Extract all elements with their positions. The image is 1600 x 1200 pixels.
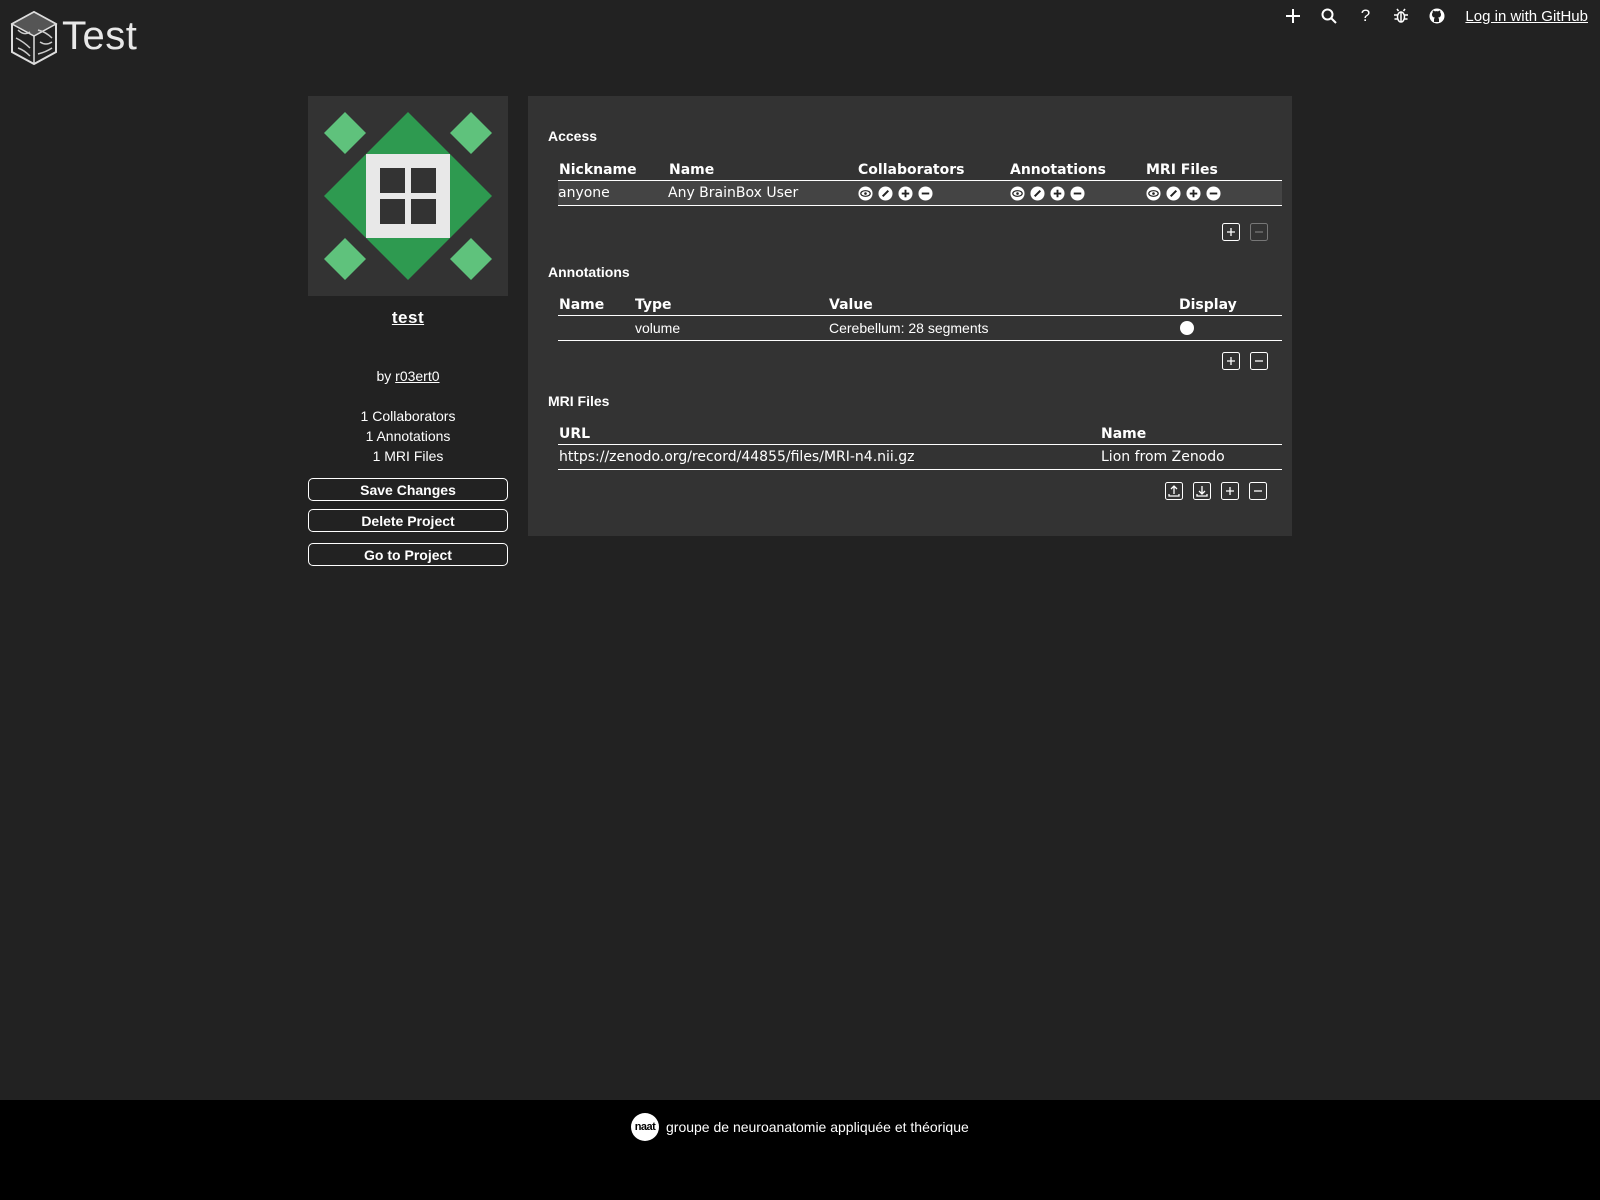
- remove-row-button[interactable]: [1249, 482, 1267, 500]
- collaborators-permissions: [858, 186, 933, 201]
- brainbox-logo[interactable]: [10, 10, 58, 66]
- name-cell: Any BrainBox User: [668, 185, 799, 201]
- search-icon[interactable]: [1311, 4, 1347, 28]
- settings-panel: Access Nickname Name Collaborators Annot…: [528, 96, 1292, 536]
- annotations-header: Name Type Value Display: [558, 293, 1282, 316]
- col-collaborators: Collaborators: [858, 162, 965, 178]
- plus-icon[interactable]: [1275, 4, 1311, 28]
- project-name[interactable]: test: [308, 308, 508, 328]
- login-link[interactable]: Log in with GitHub: [1465, 8, 1588, 25]
- owner-prefix: by: [376, 368, 392, 384]
- remove-row-button[interactable]: [1250, 352, 1268, 370]
- nickname-cell: anyone: [558, 185, 610, 201]
- col-url: URL: [559, 426, 591, 442]
- top-nav: ? Log in with GitHub: [1275, 4, 1588, 28]
- github-icon[interactable]: [1419, 4, 1455, 28]
- footer: naat groupe de neuroanatomie appliquée e…: [0, 1100, 1600, 1200]
- annotations-count: 1 Annotations: [365, 428, 451, 444]
- project-sidebar: test by r03ert0 1 Collaborators 1 Annota…: [308, 96, 508, 566]
- col-nickname: Nickname: [559, 162, 637, 178]
- bug-icon[interactable]: [1383, 4, 1419, 28]
- annotations-permissions: [1010, 186, 1085, 201]
- view-icon[interactable]: [1146, 186, 1161, 201]
- add-icon[interactable]: [898, 186, 913, 201]
- edit-icon[interactable]: [1030, 186, 1045, 201]
- mri-files-permissions: [1146, 186, 1221, 201]
- view-icon[interactable]: [1010, 186, 1025, 201]
- mri-name-cell[interactable]: Lion from Zenodo: [1101, 449, 1225, 465]
- app-title: Test: [62, 14, 138, 58]
- mri-files-header: URL Name: [558, 422, 1282, 445]
- add-row-button[interactable]: [1221, 482, 1239, 500]
- remove-icon[interactable]: [1070, 186, 1085, 201]
- col-mri-files: MRI Files: [1146, 162, 1218, 178]
- project-identicon: [308, 96, 508, 296]
- display-toggle[interactable]: [1180, 321, 1194, 335]
- download-icon[interactable]: [1193, 482, 1211, 500]
- col-name: Name: [559, 297, 605, 313]
- remove-icon[interactable]: [918, 186, 933, 201]
- view-icon[interactable]: [858, 186, 873, 201]
- mri-url-cell[interactable]: https://zenodo.org/record/44855/files/MR…: [559, 449, 915, 465]
- footer-label: groupe de neuroanatomie appliquée et thé…: [666, 1119, 969, 1135]
- help-glyph: ?: [1360, 6, 1371, 25]
- col-annotations: Annotations: [1010, 162, 1106, 178]
- annotations-table: Name Type Value Display volume Cerebellu…: [558, 293, 1282, 341]
- add-icon[interactable]: [1050, 186, 1065, 201]
- mri-files-table: URL Name https://zenodo.org/record/44855…: [558, 422, 1282, 470]
- naat-logo: naat: [631, 1113, 659, 1141]
- remove-icon[interactable]: [1206, 186, 1221, 201]
- table-row[interactable]: volume Cerebellum: 28 segments: [558, 316, 1282, 341]
- access-controls: [1222, 223, 1268, 241]
- mri-files-title: MRI Files: [548, 393, 610, 409]
- collaborators-count: 1 Collaborators: [360, 408, 456, 424]
- add-icon[interactable]: [1186, 186, 1201, 201]
- col-value: Value: [829, 297, 873, 313]
- owner-link[interactable]: r03ert0: [395, 368, 439, 384]
- col-type: Type: [635, 297, 672, 313]
- access-title: Access: [548, 128, 598, 144]
- table-row[interactable]: anyone Any BrainBox User: [558, 181, 1282, 206]
- add-row-button[interactable]: [1222, 223, 1240, 241]
- project-stats: 1 Collaborators 1 Annotations 1 MRI File…: [308, 406, 508, 466]
- table-row[interactable]: https://zenodo.org/record/44855/files/MR…: [558, 445, 1282, 470]
- project-owner-line: by r03ert0: [308, 368, 508, 384]
- col-name: Name: [669, 162, 715, 178]
- annotations-title: Annotations: [548, 264, 630, 280]
- col-display: Display: [1179, 297, 1237, 313]
- annotation-type-cell[interactable]: volume: [635, 320, 680, 336]
- save-changes-button[interactable]: Save Changes: [308, 478, 508, 501]
- delete-project-button[interactable]: Delete Project: [308, 509, 508, 532]
- footer-brand[interactable]: naat groupe de neuroanatomie appliquée e…: [631, 1113, 969, 1141]
- annotation-value-cell[interactable]: Cerebellum: 28 segments: [829, 320, 989, 336]
- remove-row-button[interactable]: [1250, 223, 1268, 241]
- upload-icon[interactable]: [1165, 482, 1183, 500]
- annotations-controls: [1222, 352, 1268, 370]
- help-icon[interactable]: ?: [1347, 4, 1383, 28]
- go-to-project-button[interactable]: Go to Project: [308, 543, 508, 566]
- access-table: Nickname Name Collaborators Annotations …: [558, 158, 1282, 206]
- access-header: Nickname Name Collaborators Annotations …: [558, 158, 1282, 181]
- edit-icon[interactable]: [1166, 186, 1181, 201]
- edit-icon[interactable]: [878, 186, 893, 201]
- mri-files-count: 1 MRI Files: [372, 448, 444, 464]
- add-row-button[interactable]: [1222, 352, 1240, 370]
- col-name: Name: [1101, 426, 1147, 442]
- mri-files-controls: [1165, 482, 1267, 500]
